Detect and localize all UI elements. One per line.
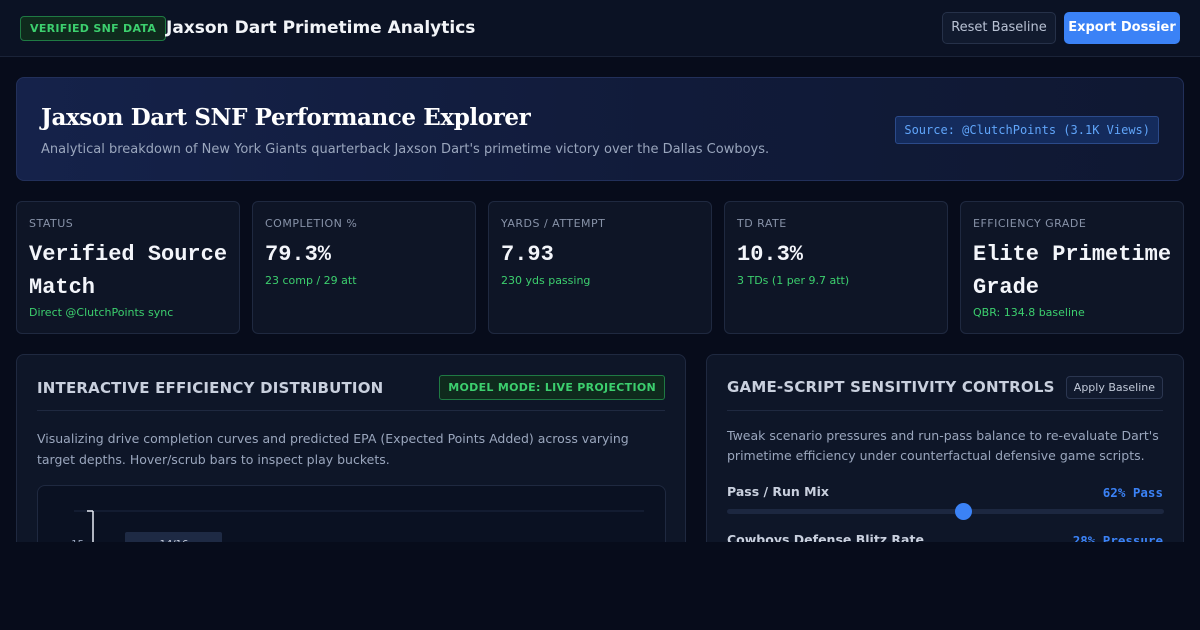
kpi-sub: 3 TDs (1 per 9.7 att) — [737, 274, 850, 287]
kpi-value: 79.3% — [265, 242, 332, 267]
kpi-label: YARDS / ATTEMPT — [501, 217, 606, 230]
divider — [37, 410, 665, 411]
kpi-card-completion: COMPLETION % 79.3% 23 comp / 29 att — [252, 201, 476, 334]
apply-baseline-button[interactable]: Apply Baseline — [1065, 376, 1163, 399]
kpi-value: 10.3% — [737, 242, 804, 267]
app-title: Jaxson Dart Primetime Analytics — [166, 18, 476, 38]
source-tag[interactable]: Source: @ClutchPoints (3.1K Views) — [895, 116, 1159, 144]
kpi-label: COMPLETION % — [265, 217, 358, 230]
page-title: Jaxson Dart SNF Performance Explorer — [41, 104, 531, 131]
kpi-sub: Direct @ClutchPoints sync — [29, 306, 174, 319]
top-bar: VERIFIED SNF DATA Jaxson Dart Primetime … — [0, 0, 1200, 57]
panel-title: INTERACTIVE EFFICIENCY DISTRIBUTION — [37, 379, 384, 397]
panel-title: GAME-SCRIPT SENSITIVITY CONTROLS — [727, 378, 1055, 396]
efficiency-distribution-panel: INTERACTIVE EFFICIENCY DISTRIBUTION MODE… — [16, 354, 686, 565]
panel-description: Visualizing drive completion curves and … — [37, 431, 629, 467]
kpi-sub: 230 yds passing — [501, 274, 591, 287]
kpi-label: EFFICIENCY GRADE — [973, 217, 1087, 230]
panel-description: Tweak scenario pressures and run-pass ba… — [727, 428, 1159, 463]
verified-badge: VERIFIED SNF DATA — [20, 16, 167, 41]
page-subtitle: Analytical breakdown of New York Giants … — [41, 142, 770, 157]
kpi-card-yards-per-attempt: YARDS / ATTEMPT 7.93 230 yds passing — [488, 201, 712, 334]
model-mode-badge: MODEL MODE: LIVE PROJECTION — [439, 375, 665, 400]
divider — [727, 410, 1163, 411]
kpi-value: Elite Primetime Grade — [973, 242, 1172, 300]
kpi-value: 7.93 — [501, 242, 554, 267]
kpi-label: TD RATE — [737, 217, 787, 230]
slider-thumb[interactable] — [954, 503, 972, 520]
kpi-card-status: STATUS Verified Source Match Direct @Clu… — [16, 201, 240, 334]
game-script-controls-panel: GAME-SCRIPT SENSITIVITY CONTROLS Apply B… — [706, 354, 1184, 554]
kpi-value: Verified Source Match — [29, 242, 228, 300]
reset-baseline-button[interactable]: Reset Baseline — [942, 12, 1056, 44]
export-dossier-button[interactable]: Export Dossier — [1064, 12, 1180, 44]
kpi-sub: QBR: 134.8 baseline — [973, 306, 1085, 319]
kpi-label: STATUS — [29, 217, 74, 230]
kpi-sub: 23 comp / 29 att — [265, 274, 357, 287]
page-background — [0, 542, 1200, 630]
kpi-card-efficiency-grade: EFFICIENCY GRADE Elite Primetime Grade Q… — [960, 201, 1184, 334]
kpi-card-td-rate: TD RATE 10.3% 3 TDs (1 per 9.7 att) — [724, 201, 948, 334]
pass-run-mix-value: 62% Pass — [1102, 485, 1163, 500]
hero-banner: Jaxson Dart SNF Performance Explorer Ana… — [16, 77, 1184, 181]
pass-run-mix-slider[interactable] — [727, 503, 1164, 520]
pass-run-mix-label: Pass / Run Mix — [727, 484, 829, 499]
